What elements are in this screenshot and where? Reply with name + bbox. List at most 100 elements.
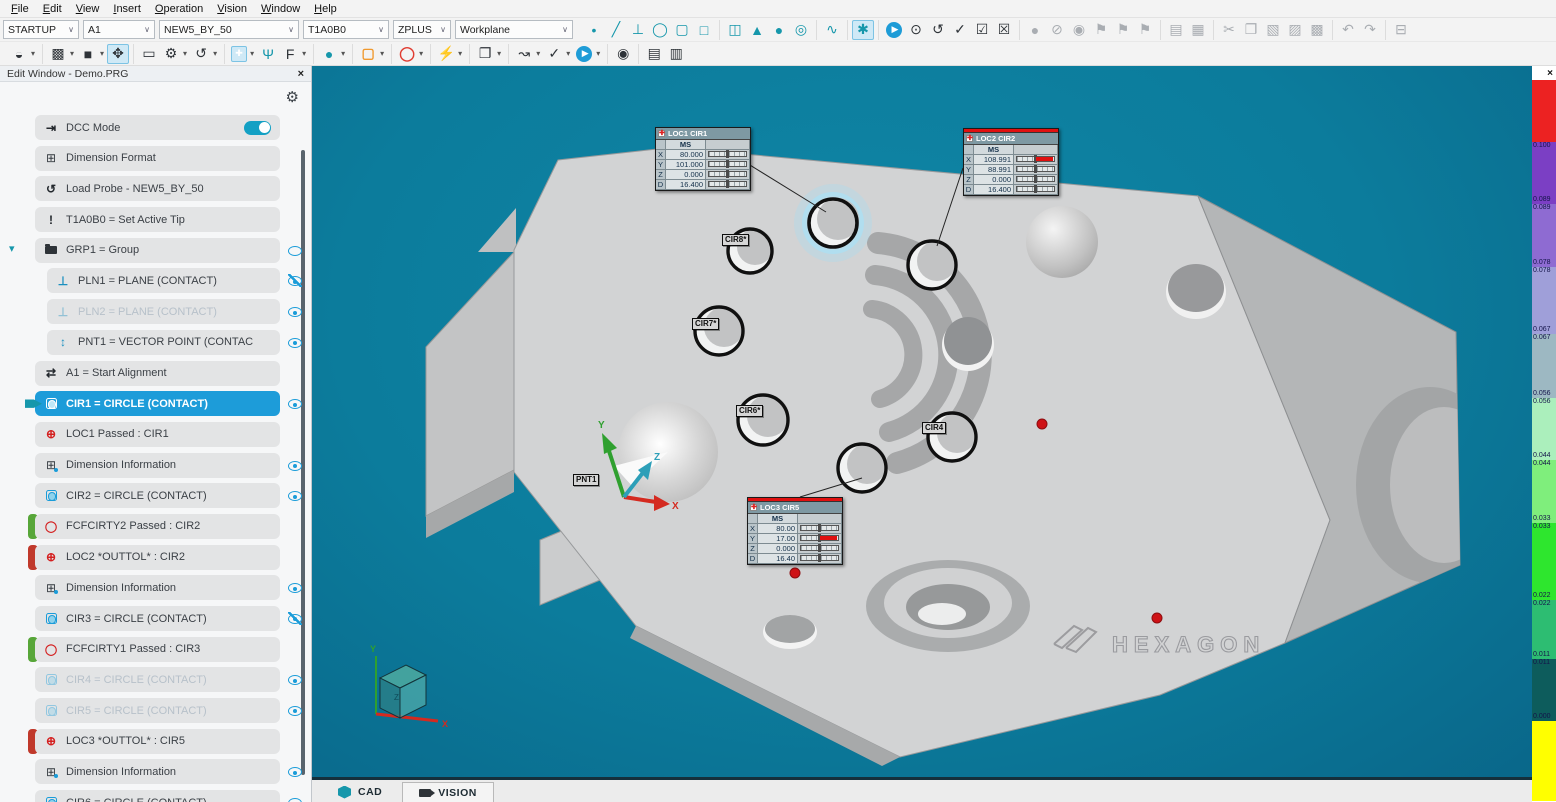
cmd-dcc-mode[interactable]: ⇥DCC Mode [35, 115, 280, 140]
path-icon[interactable]: ↝ [513, 44, 535, 64]
dropdown-arrow-icon[interactable]: ▾ [250, 49, 254, 58]
feature-tag-pnt1[interactable]: PNT1 [573, 474, 599, 486]
dropdown-arrow-icon[interactable]: ▾ [566, 49, 570, 58]
cmd-grp1-group[interactable]: GRP1 = Group [35, 238, 280, 263]
menu-operation[interactable]: Operation [148, 2, 210, 16]
gage-circle-icon[interactable]: ◯ [396, 44, 418, 64]
comment-icon[interactable]: ▭ [138, 44, 160, 64]
cmd-a1-start-alignment[interactable]: ⇄A1 = Start Alignment [35, 361, 280, 386]
line-icon[interactable]: ╱ [605, 20, 627, 40]
eye-icon[interactable] [288, 336, 302, 349]
close-icon[interactable]: × [1547, 68, 1553, 79]
eye-off-icon[interactable] [288, 612, 302, 625]
combo-active-alignment[interactable]: A1∨ [83, 20, 155, 39]
insert-point-icon[interactable]: ⊙ [905, 20, 927, 40]
feature-tag-cir4[interactable]: CIR4 [922, 422, 946, 434]
dropdown-arrow-icon[interactable]: ▾ [302, 49, 306, 58]
eye-off-icon[interactable] [288, 274, 302, 287]
redo-icon[interactable]: ↷ [1359, 20, 1381, 40]
dropdown-arrow-icon[interactable]: ▾ [213, 49, 217, 58]
menu-file[interactable]: File [4, 2, 36, 16]
cmd-pln2-plane-contact[interactable]: ⊥PLN2 = PLANE (CONTACT) [47, 299, 280, 324]
close-icon[interactable]: × [298, 68, 304, 80]
cmd-cir5-circle-contact[interactable]: CIR5 = CIRCLE (CONTACT) [35, 698, 280, 723]
square-slot-icon[interactable]: □ [693, 20, 715, 40]
cone-icon[interactable]: ▲ [746, 20, 768, 40]
dropdown-arrow-icon[interactable]: ▾ [536, 49, 540, 58]
continue-icon[interactable]: ◉ [1068, 20, 1090, 40]
print-icon[interactable]: ⊟ [1390, 20, 1412, 40]
cmd-fcfcirty1-passed-cir3[interactable]: ◯FCFCIRTY1 Passed : CIR3 [35, 637, 280, 662]
summary-icon[interactable]: ▩ [1306, 20, 1328, 40]
dropdown-arrow-icon[interactable]: ▾ [380, 49, 384, 58]
cmd-loc3-outtol-cir5[interactable]: ⊕LOC3 *OUTTOL* : CIR5 [35, 729, 280, 754]
menu-insert[interactable]: Insert [106, 2, 148, 16]
eye-icon[interactable] [288, 765, 302, 778]
menu-window[interactable]: Window [254, 2, 307, 16]
dropdown-arrow-icon[interactable]: ▾ [100, 49, 104, 58]
menu-help[interactable]: Help [307, 2, 344, 16]
measurement-label-loc3-cir5[interactable]: ✚LOC3 CIR5MSX80.00Y17.00Z0.000D16.40 [747, 497, 843, 565]
curve-icon[interactable]: ∿ [821, 20, 843, 40]
settings-icon[interactable]: ⚙ [160, 44, 182, 64]
cmd-t1a0b0-set-active-tip[interactable]: !T1A0B0 = Set Active Tip [35, 207, 280, 232]
probe-vectors-icon[interactable]: Ψ [257, 44, 279, 64]
combo-alignment[interactable]: STARTUP∨ [3, 20, 79, 39]
execute-icon[interactable]: ▶ [886, 22, 902, 38]
stop-disabled-icon[interactable]: ⊘ [1046, 20, 1068, 40]
report-preview-icon[interactable]: ▤ [643, 44, 665, 64]
cmd-dimension-information[interactable]: ⊞Dimension Information [35, 575, 280, 600]
auto-feature-icon[interactable]: ✱ [852, 20, 874, 40]
tab-cad[interactable]: CAD [322, 782, 398, 802]
dropdown-arrow-icon[interactable]: ▾ [70, 49, 74, 58]
cmd-loc1-passed-cir1[interactable]: ⊕LOC1 Passed : CIR1 [35, 422, 280, 447]
plane-icon[interactable]: ⊥ [627, 20, 649, 40]
feature-tag-cir8[interactable]: CIR8* [722, 234, 749, 246]
copy-icon[interactable]: ❐ [1240, 20, 1262, 40]
gear-icon[interactable]: ⚙ [286, 88, 299, 106]
wireframe-view-icon[interactable]: ▩ [47, 44, 69, 64]
cmd-pnt1-vector-point-contac[interactable]: ↕PNT1 = VECTOR POINT (CONTAC [47, 330, 280, 355]
dropdown-arrow-icon[interactable]: ▾ [183, 49, 187, 58]
probe-mode-icon[interactable]: ◒ [8, 44, 30, 64]
eye-icon[interactable] [288, 244, 302, 257]
verify-icon[interactable]: ✓ [543, 44, 565, 64]
cmd-cir4-circle-contact[interactable]: CIR4 = CIRCLE (CONTACT) [35, 667, 280, 692]
document-cancel-icon[interactable]: ☒ [993, 20, 1015, 40]
gage-square-icon[interactable]: ▢ [357, 44, 379, 64]
view-orientation-icon[interactable]: ✚ [231, 46, 247, 62]
copy-window-icon[interactable]: ❐ [474, 44, 496, 64]
cmd-loc2-outtol-cir2[interactable]: ⊕LOC2 *OUTTOL* : CIR2 [35, 545, 280, 570]
cut-icon[interactable]: ✂ [1218, 20, 1240, 40]
feature-params-icon[interactable]: F [279, 44, 301, 64]
paste-icon[interactable]: ▧ [1262, 20, 1284, 40]
loop-icon[interactable]: ↺ [927, 20, 949, 40]
sphere-icon[interactable]: ● [768, 20, 790, 40]
point-icon[interactable]: • [583, 20, 605, 40]
dropdown-arrow-icon[interactable]: ▾ [31, 49, 35, 58]
menu-edit[interactable]: Edit [36, 2, 69, 16]
cmd-fcfcirty2-passed-cir2[interactable]: ◯FCFCIRTY2 Passed : CIR2 [35, 514, 280, 539]
cmd-dimension-information[interactable]: ⊞Dimension Information [35, 759, 280, 784]
menu-vision[interactable]: Vision [210, 2, 254, 16]
combo-probe-file[interactable]: NEW5_BY_50∨ [159, 20, 299, 39]
dcc-mode-toggle[interactable] [244, 121, 271, 135]
cmd-cir1-circle-contact[interactable]: CIR1 = CIRCLE (CONTACT) [35, 391, 280, 416]
quick-align-icon[interactable]: ⚡ [435, 44, 457, 64]
eye-icon[interactable] [288, 305, 302, 318]
pan-icon[interactable]: ✥ [107, 44, 129, 64]
report-icon[interactable]: ▤ [1165, 20, 1187, 40]
camera-icon[interactable]: ◉ [612, 44, 634, 64]
stop-icon[interactable]: ● [1024, 20, 1046, 40]
dropdown-arrow-icon[interactable]: ▾ [458, 49, 462, 58]
check-icon[interactable]: ✓ [949, 20, 971, 40]
cmd-cir2-circle-contact[interactable]: CIR2 = CIRCLE (CONTACT) [35, 483, 280, 508]
eye-icon[interactable] [288, 459, 302, 472]
measurement-label-loc1-cir1[interactable]: ✚LOC1 CIR1MSX80.000Y101.000Z0.000D16.400 [655, 127, 751, 191]
combo-active-tip[interactable]: T1A0B0∨ [303, 20, 389, 39]
eye-icon[interactable] [288, 581, 302, 594]
measurement-label-loc2-cir2[interactable]: ✚LOC2 CIR2MSX108.991Y88.991Z0.000D16.400 [963, 128, 1059, 196]
document-check-icon[interactable]: ☑ [971, 20, 993, 40]
cmd-dimension-format[interactable]: ⊞Dimension Format [35, 146, 280, 171]
report-window-icon[interactable]: ▥ [665, 44, 687, 64]
